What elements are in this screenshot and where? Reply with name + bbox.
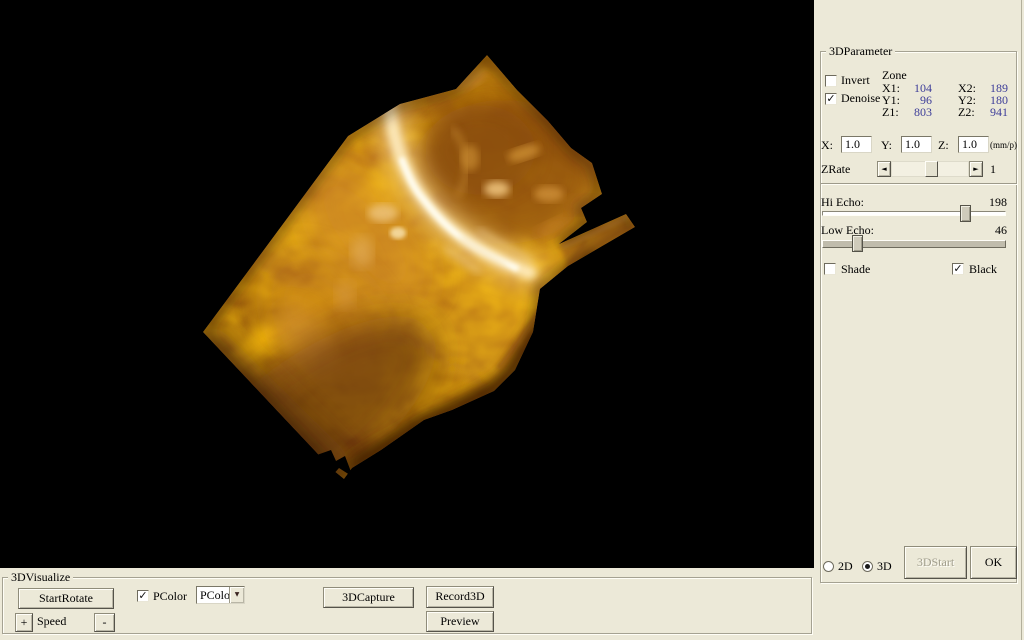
parameter-group: 3DParameter Invert ✓ Denoise Zone X1: 10… <box>820 51 1017 583</box>
zrate-left-arrow-icon[interactable]: ◄ <box>877 161 891 177</box>
ok-button[interactable]: OK <box>970 546 1017 579</box>
pcolor-checkbox[interactable]: ✓ <box>137 590 149 602</box>
y-scale-label: Y: <box>881 139 892 152</box>
start-rotate-button[interactable]: StartRotate <box>18 588 114 609</box>
low-echo-track[interactable] <box>822 240 1006 248</box>
parameter-panel: 3DParameter Invert ✓ Denoise Zone X1: 10… <box>814 0 1024 640</box>
shade-label: Shade <box>841 263 870 276</box>
black-checkbox[interactable]: ✓ <box>952 263 964 275</box>
invert-label: Invert <box>841 74 870 87</box>
start-3d-button[interactable]: 3DStart <box>904 546 967 579</box>
ultrasound-render <box>0 0 814 568</box>
mode-2d-label: 2D <box>838 560 853 573</box>
visualize-group-title: 3DVisualize <box>8 571 73 584</box>
low-echo-value: 46 <box>977 224 1007 237</box>
pcolor-label: PColor <box>153 590 187 603</box>
invert-checkbox[interactable] <box>825 75 837 87</box>
mode-3d-radio[interactable] <box>862 561 873 572</box>
shade-checkbox[interactable] <box>824 263 836 275</box>
visualize-group: 3DVisualize StartRotate ✓ PColor PColor … <box>2 577 812 634</box>
separator <box>821 183 1017 185</box>
record-3d-button[interactable]: Record3D <box>426 586 494 608</box>
low-echo-label: Low Echo: <box>821 224 874 237</box>
z-scale-input[interactable]: 1.0 <box>958 136 989 153</box>
zrate-label: ZRate <box>821 163 850 176</box>
chevron-down-icon[interactable]: ▼ <box>229 587 244 603</box>
visualize-panel: 3DVisualize StartRotate ✓ PColor PColor … <box>0 568 814 640</box>
zone-z2-value: 941 <box>980 106 1008 119</box>
zrate-value: 1 <box>990 163 996 176</box>
mode-3d-label: 3D <box>877 560 892 573</box>
hi-echo-thumb[interactable] <box>960 205 971 222</box>
zrate-scrollbar[interactable]: ◄ ► <box>877 161 983 177</box>
x-scale-label: X: <box>821 139 833 152</box>
zrate-right-arrow-icon[interactable]: ► <box>969 161 983 177</box>
y-scale-input[interactable]: 1.0 <box>901 136 932 153</box>
low-echo-thumb[interactable] <box>852 235 863 252</box>
hi-echo-value: 198 <box>977 196 1007 209</box>
speed-label: Speed <box>37 615 66 628</box>
zone-z1-value: 803 <box>904 106 932 119</box>
pcolor-dropdown[interactable]: PColor ▼ <box>196 586 245 604</box>
zone-block: Zone X1: 104 X2: 189 Y1: 96 Y2: 180 Z1: … <box>882 69 1012 123</box>
scale-unit-label: (mm/p) <box>990 139 1017 152</box>
hi-echo-track[interactable] <box>822 211 1006 216</box>
preview-button[interactable]: Preview <box>426 611 494 632</box>
denoise-checkbox[interactable]: ✓ <box>825 93 837 105</box>
mode-2d-radio[interactable] <box>823 561 834 572</box>
zone-z1-label: Z1: <box>882 106 899 119</box>
speed-minus-button[interactable]: - <box>94 613 115 632</box>
zrate-thumb[interactable] <box>925 161 938 177</box>
parameter-group-title: 3DParameter <box>826 45 895 58</box>
black-label: Black <box>969 263 997 276</box>
hi-echo-label: Hi Echo: <box>821 196 864 209</box>
capture-3d-button[interactable]: 3DCapture <box>323 587 414 608</box>
zone-z2-label: Z2: <box>958 106 975 119</box>
x-scale-input[interactable]: 1.0 <box>841 136 872 153</box>
speed-plus-button[interactable]: + <box>15 613 33 632</box>
z-scale-label: Z: <box>938 139 949 152</box>
denoise-label: Denoise <box>841 92 880 105</box>
ultrasound-viewport[interactable] <box>0 0 814 568</box>
window-right-border <box>1021 0 1022 640</box>
